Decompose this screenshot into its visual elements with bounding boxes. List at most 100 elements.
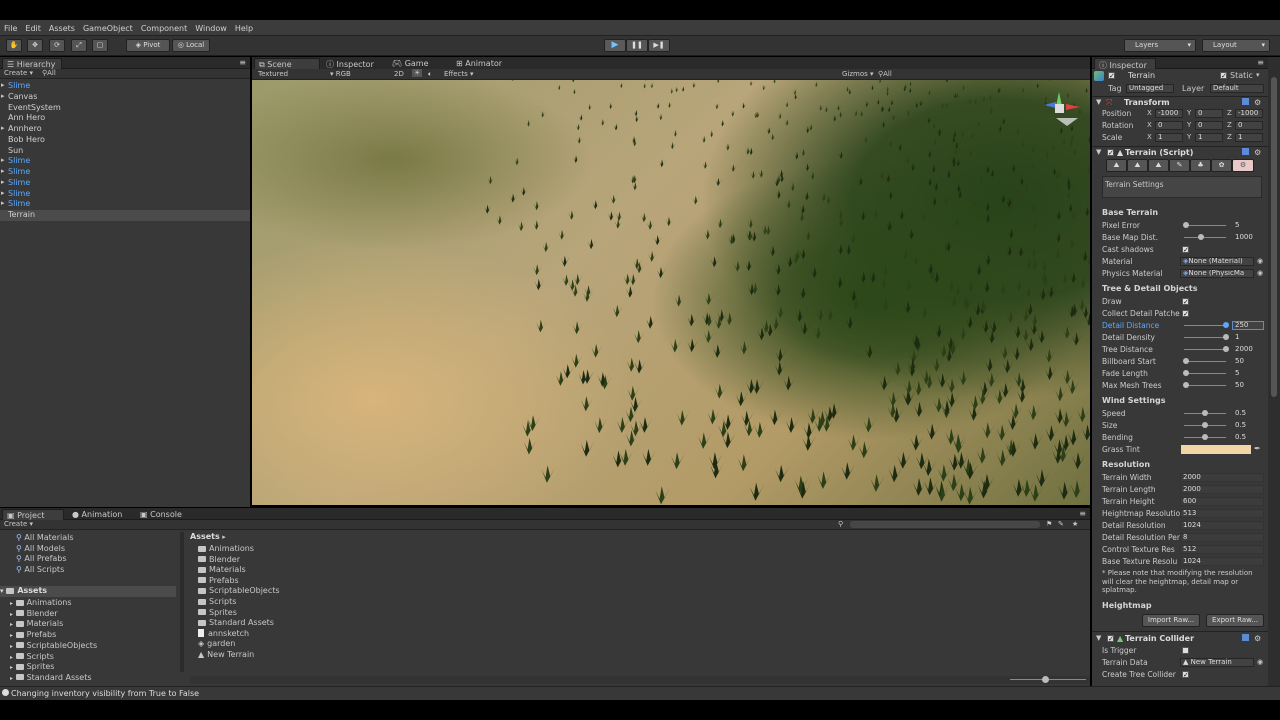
pause-button[interactable]: ❚❚ <box>626 39 648 52</box>
gear-icon[interactable]: ⚙ <box>1254 634 1261 643</box>
billboard-start-field[interactable]: 50 <box>1232 357 1264 366</box>
transform-scale-x-field[interactable]: 1 <box>1155 133 1183 142</box>
help-icon[interactable] <box>1242 98 1249 105</box>
chevron-down-icon[interactable]: ▾ <box>1256 71 1260 79</box>
2d-toggle[interactable]: 2D <box>394 70 404 78</box>
pivot-toggle[interactable]: ◈ Pivot <box>126 39 170 52</box>
expand-arrow-icon[interactable]: ▸ <box>10 654 13 661</box>
tab-inspector[interactable]: ⓘ Inspector <box>1094 58 1156 70</box>
help-icon[interactable] <box>1242 148 1249 155</box>
menu-window[interactable]: Window <box>191 20 231 33</box>
favorite-item[interactable]: ⚲ All Materials <box>16 533 74 542</box>
filter-type-icon[interactable]: ⚑ <box>1046 520 1052 528</box>
asset-item[interactable]: Standard Assets <box>198 618 274 627</box>
billboard-start-slider[interactable] <box>1184 361 1226 362</box>
hierarchy-item[interactable]: ▸ Slime <box>0 189 250 200</box>
asset-item[interactable]: ScriptableObjects <box>198 586 280 595</box>
tag-dropdown[interactable]: Untagged <box>1126 84 1174 93</box>
transform-rotation-z-field[interactable]: 0 <box>1235 121 1263 130</box>
transform-position-y-field[interactable]: 0 <box>1195 109 1223 118</box>
favorite-icon[interactable]: ★ <box>1072 520 1078 528</box>
zoom-slider-knob[interactable] <box>1042 676 1049 683</box>
tab-console[interactable]: ▣ Console <box>136 509 192 520</box>
grass-tint-swatch[interactable] <box>1181 445 1251 454</box>
menu-assets[interactable]: Assets <box>45 20 79 33</box>
tab-inspector-secondary[interactable]: ⓘ Inspector <box>322 58 384 69</box>
base-map-dist-field[interactable]: 1000 <box>1232 233 1264 242</box>
audio-toggle-icon[interactable]: 🔈︎ <box>428 70 432 79</box>
expand-arrow-icon[interactable]: ▸ <box>10 621 13 628</box>
hierarchy-item[interactable]: ▸ Slime <box>0 167 250 178</box>
pixel-error-slider-knob[interactable] <box>1183 222 1189 228</box>
collect-detail-patches-checkbox[interactable]: ✓ <box>1182 310 1189 318</box>
transform-position-z-field[interactable]: -1000 <box>1235 109 1263 118</box>
panel-menu-icon[interactable]: ≡ <box>239 58 246 67</box>
asset-item[interactable]: annsketch <box>198 629 249 638</box>
asset-item[interactable]: Prefabs <box>198 576 239 585</box>
gear-icon[interactable]: ⚙ <box>1254 98 1261 107</box>
asset-item[interactable]: Materials <box>198 565 246 574</box>
resolution-row-field[interactable]: 8 <box>1180 533 1264 542</box>
wind-speed-slider-knob[interactable] <box>1202 410 1208 416</box>
inspector-scrollbar[interactable] <box>1268 57 1280 686</box>
detail-distance-slider-knob[interactable] <box>1223 322 1229 328</box>
gizmos-dropdown[interactable]: Gizmos ▾ <box>842 70 874 78</box>
base-map-dist-slider-knob[interactable] <box>1198 234 1204 240</box>
hierarchy-item[interactable]: EventSystem <box>0 103 250 114</box>
asset-item[interactable]: ▲ New Terrain <box>198 650 254 659</box>
static-checkbox[interactable]: ✓ <box>1220 72 1227 80</box>
wind-size-field[interactable]: 0.5 <box>1232 421 1264 430</box>
asset-item[interactable]: ◈ garden <box>198 639 235 648</box>
foldout-arrow-icon[interactable]: ▼ <box>1096 634 1101 642</box>
asset-item[interactable]: Blender <box>198 555 240 564</box>
object-picker-icon[interactable]: ◉ <box>1257 257 1263 265</box>
transform-scale-y-field[interactable]: 1 <box>1195 133 1223 142</box>
detail-distance-field[interactable]: 250 <box>1232 321 1264 330</box>
transform-rotation-y-field[interactable]: 0 <box>1195 121 1223 130</box>
foldout-arrow-icon[interactable]: ▼ <box>1096 148 1101 156</box>
gear-icon[interactable]: ⚙ <box>1254 148 1261 157</box>
scale-tool-icon[interactable]: ⤢ <box>71 39 87 52</box>
fade-length-field[interactable]: 5 <box>1232 369 1264 378</box>
tab-animator[interactable]: ⊞ Animator <box>452 58 512 69</box>
expand-arrow-icon[interactable]: ▸ <box>10 611 13 618</box>
base-map-dist-slider[interactable] <box>1184 237 1226 238</box>
detail-density-slider[interactable] <box>1184 337 1226 338</box>
tree-item[interactable]: ▸ Blender <box>10 609 58 618</box>
terrain-data-field[interactable]: ▲ New Terrain <box>1180 658 1254 667</box>
paint-height-tool-icon[interactable]: ⛰ <box>1127 159 1148 172</box>
resolution-row-field[interactable]: 1024 <box>1180 521 1264 530</box>
expand-arrow-icon[interactable]: ▸ <box>10 632 13 639</box>
physics-material-field[interactable]: ◈None (PhysicMa <box>1180 269 1254 278</box>
expand-arrow-icon[interactable]: ▸ <box>1 167 5 175</box>
paint-texture-tool-icon[interactable]: ✎ <box>1169 159 1190 172</box>
step-button[interactable]: ▶❚ <box>648 39 670 52</box>
draw-checkbox[interactable]: ✓ <box>1182 298 1189 306</box>
wind-speed-field[interactable]: 0.5 <box>1232 409 1264 418</box>
expand-arrow-icon[interactable]: ▾ <box>0 587 4 595</box>
favorite-item[interactable]: ⚲ All Prefabs <box>16 554 67 563</box>
play-button[interactable]: ▶ <box>604 39 626 52</box>
resolution-row-field[interactable]: 2000 <box>1180 473 1264 482</box>
terrain-enabled-checkbox[interactable]: ✓ <box>1107 149 1114 157</box>
resolution-row-field[interactable]: 512 <box>1180 545 1264 554</box>
cast-shadows-checkbox[interactable]: ✓ <box>1182 246 1189 254</box>
scene-viewport[interactable] <box>252 80 1090 505</box>
channel-dropdown[interactable]: ▾ RGB <box>330 70 351 78</box>
asset-item[interactable]: Scripts <box>198 597 236 606</box>
resolution-row-field[interactable]: 600 <box>1180 497 1264 506</box>
asset-item[interactable]: Animations <box>198 544 254 553</box>
foldout-arrow-icon[interactable]: ▼ <box>1096 98 1101 106</box>
expand-arrow-icon[interactable]: ▸ <box>1 92 5 100</box>
detail-density-slider-knob[interactable] <box>1223 334 1229 340</box>
tree-item[interactable]: ▸ Scripts <box>10 652 54 661</box>
hierarchy-item[interactable]: ▸ Slime <box>0 199 250 210</box>
shading-mode-dropdown[interactable]: Textured <box>258 70 288 78</box>
menu-component[interactable]: Component <box>137 20 191 33</box>
expand-arrow-icon[interactable]: ▸ <box>10 643 13 650</box>
object-name-field[interactable]: Terrain <box>1128 71 1155 80</box>
tree-item-assets[interactable]: ▾ Assets <box>0 586 176 597</box>
tree-item[interactable]: ▸ Prefabs <box>10 630 56 639</box>
tab-hierarchy[interactable]: ☰ Hierarchy <box>2 58 62 69</box>
detail-distance-slider[interactable] <box>1184 325 1226 326</box>
